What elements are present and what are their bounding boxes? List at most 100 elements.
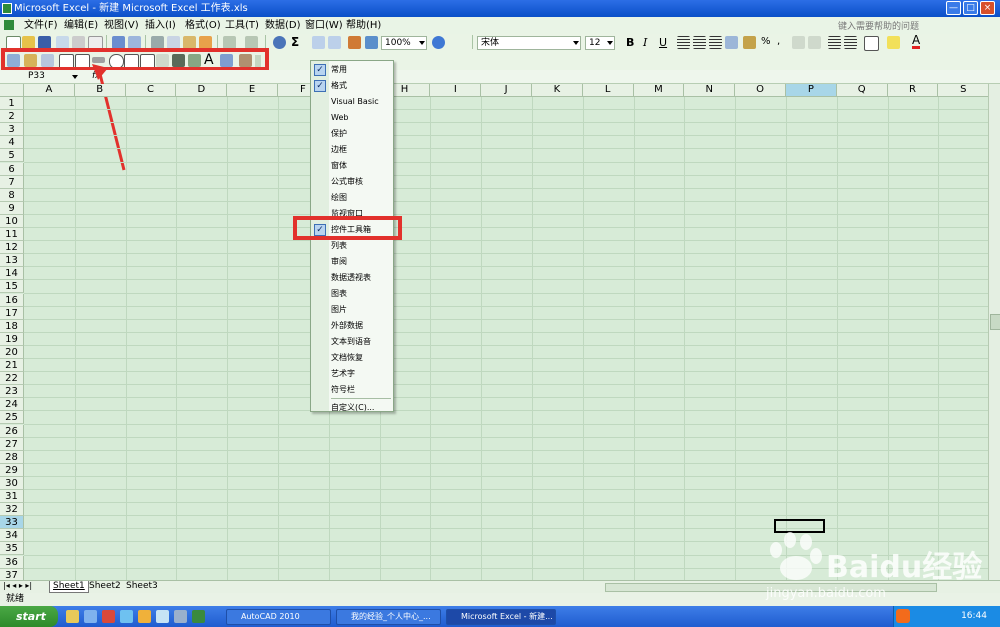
italic-button[interactable]: I: [643, 36, 647, 49]
increase-indent-icon[interactable]: [844, 36, 857, 49]
task-excel[interactable]: Microsoft Excel - 新建...: [446, 609, 556, 625]
sort-descending-icon[interactable]: [328, 36, 341, 49]
font-select[interactable]: 宋体: [477, 36, 581, 50]
row-header[interactable]: 7: [0, 175, 24, 189]
underline-button[interactable]: U: [659, 36, 667, 49]
row-header[interactable]: 13: [0, 254, 24, 268]
tab-sheet2[interactable]: Sheet2: [86, 581, 124, 592]
menu-help[interactable]: 帮助(H): [346, 19, 381, 32]
quicklaunch-icon[interactable]: [156, 610, 169, 623]
menu-item[interactable]: 窗体: [311, 158, 393, 174]
row-header[interactable]: 23: [0, 385, 24, 399]
select-all-corner[interactable]: [0, 84, 24, 97]
task-browser[interactable]: 我的经验_个人中心_...: [336, 609, 441, 625]
row-header[interactable]: 29: [0, 463, 24, 477]
menu-item[interactable]: 外部数据: [311, 318, 393, 334]
row-header[interactable]: 2: [0, 110, 24, 124]
row-header[interactable]: 24: [0, 398, 24, 412]
column-header[interactable]: K: [532, 84, 583, 97]
row-header[interactable]: 5: [0, 149, 24, 163]
row-header[interactable]: 33: [0, 516, 24, 530]
row-header[interactable]: 11: [0, 228, 24, 242]
scrollbar-thumb[interactable]: [990, 314, 1000, 330]
row-header[interactable]: 34: [0, 529, 24, 543]
menu-item[interactable]: 文本到语音: [311, 334, 393, 350]
quicklaunch-icon[interactable]: [120, 610, 133, 623]
chevron-down-icon[interactable]: [72, 75, 78, 79]
column-header[interactable]: A: [24, 84, 75, 97]
row-header[interactable]: 32: [0, 503, 24, 517]
help-question-box[interactable]: 键入需要帮助的问题: [838, 19, 968, 32]
tab-scroll-arrows[interactable]: |◂ ◂ ▸ ▸|: [3, 581, 32, 590]
menu-item[interactable]: 公式审核: [311, 174, 393, 190]
row-header[interactable]: 14: [0, 267, 24, 281]
align-left-icon[interactable]: [677, 36, 690, 49]
column-header[interactable]: L: [582, 84, 634, 97]
menu-item[interactable]: 绘图: [311, 190, 393, 206]
row-header[interactable]: 12: [0, 241, 24, 255]
font-size-select[interactable]: 12: [585, 36, 615, 50]
menu-window[interactable]: 窗口(W): [305, 19, 343, 32]
row-header[interactable]: 26: [0, 424, 24, 438]
quicklaunch-icon[interactable]: [192, 610, 205, 623]
row-header[interactable]: 37: [0, 568, 24, 580]
column-header[interactable]: R: [887, 84, 939, 97]
chart-wizard-icon[interactable]: [348, 36, 361, 49]
column-header[interactable]: P: [786, 84, 837, 97]
start-button[interactable]: start: [0, 606, 58, 627]
column-header[interactable]: M: [633, 84, 685, 97]
row-header[interactable]: 28: [0, 450, 24, 464]
tab-sheet3[interactable]: Sheet3: [123, 581, 161, 592]
row-header[interactable]: 9: [0, 201, 24, 215]
close-button[interactable]: ×: [980, 1, 995, 15]
tab-sheet1[interactable]: Sheet1: [49, 581, 89, 593]
row-header[interactable]: 25: [0, 411, 24, 425]
merge-center-icon[interactable]: [725, 36, 738, 49]
hyperlink-icon[interactable]: [273, 36, 286, 49]
help-icon[interactable]: [432, 36, 445, 49]
menu-item[interactable]: Visual Basic: [311, 94, 393, 110]
row-header[interactable]: 36: [0, 555, 24, 569]
row-header[interactable]: 31: [0, 490, 24, 504]
bold-button[interactable]: B: [626, 36, 634, 49]
fill-color-icon[interactable]: [887, 36, 900, 49]
maximize-button[interactable]: □: [963, 1, 978, 15]
row-header[interactable]: 8: [0, 188, 24, 202]
worksheet-grid[interactable]: ABCDEFGHIJKLMNOPQRS123456789101112131415…: [0, 84, 988, 580]
align-center-icon[interactable]: [693, 36, 706, 49]
zoom-select[interactable]: 100%: [381, 36, 427, 50]
row-header[interactable]: 22: [0, 372, 24, 386]
menu-item[interactable]: 审阅: [311, 254, 393, 270]
column-header[interactable]: S: [938, 84, 988, 97]
menu-item[interactable]: 列表: [311, 238, 393, 254]
quicklaunch-icon[interactable]: [102, 610, 115, 623]
menu-item[interactable]: 自定义(C)...: [311, 400, 393, 416]
row-header[interactable]: 18: [0, 319, 24, 333]
menu-item[interactable]: 艺术字: [311, 366, 393, 382]
row-header[interactable]: 20: [0, 345, 24, 359]
quicklaunch-icon[interactable]: [174, 610, 187, 623]
increase-decimal-icon[interactable]: [792, 36, 805, 49]
decrease-indent-icon[interactable]: [828, 36, 841, 49]
menu-format[interactable]: 格式(O): [185, 19, 221, 32]
menu-item[interactable]: 数据透视表: [311, 270, 393, 286]
menu-item[interactable]: ✓ 常用: [311, 62, 393, 78]
drawing-icon[interactable]: [365, 36, 378, 49]
quicklaunch-icon[interactable]: [66, 610, 79, 623]
percent-icon[interactable]: %: [761, 36, 771, 47]
row-header[interactable]: 30: [0, 476, 24, 490]
column-header[interactable]: E: [227, 84, 278, 97]
row-header[interactable]: 1: [0, 97, 24, 111]
row-header[interactable]: 3: [0, 123, 24, 137]
row-header[interactable]: 15: [0, 280, 24, 294]
menu-view[interactable]: 视图(V): [104, 19, 139, 32]
row-header[interactable]: 27: [0, 437, 24, 451]
font-color-icon[interactable]: A: [912, 34, 921, 49]
column-header[interactable]: Q: [836, 84, 888, 97]
row-header[interactable]: 16: [0, 293, 24, 307]
borders-icon[interactable]: [864, 36, 879, 51]
minimize-button[interactable]: —: [946, 1, 961, 15]
menu-item[interactable]: 图表: [311, 286, 393, 302]
column-header[interactable]: B: [74, 84, 126, 97]
menu-item[interactable]: 边框: [311, 142, 393, 158]
